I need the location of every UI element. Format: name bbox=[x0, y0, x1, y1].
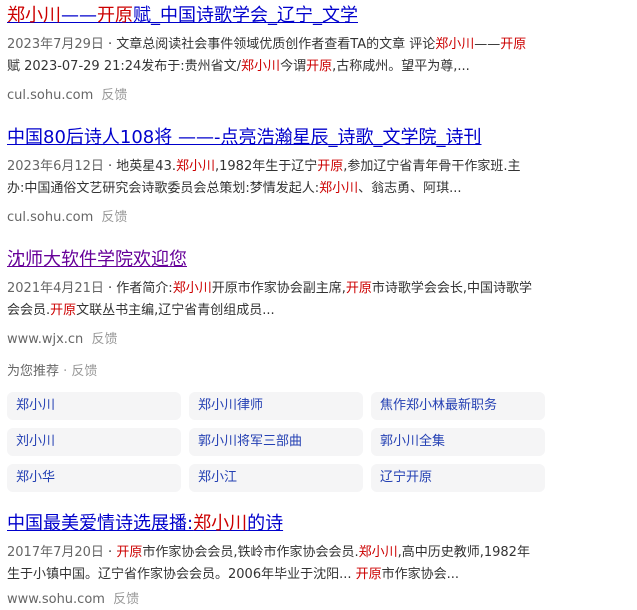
text-segment: · bbox=[103, 545, 117, 560]
recommend-item[interactable]: 郭小川将军三部曲 bbox=[189, 428, 363, 456]
highlight-term: 郑小川 bbox=[175, 159, 215, 174]
recommend-item[interactable]: 郑小江 bbox=[189, 464, 363, 492]
highlight-term: 开原 bbox=[500, 37, 527, 52]
result-source: cul.sohu.com 反馈 bbox=[7, 86, 637, 106]
source-url[interactable]: cul.sohu.com bbox=[7, 88, 93, 103]
highlight-term: 开原 bbox=[97, 5, 133, 26]
source-url[interactable]: www.sohu.com bbox=[7, 592, 105, 607]
search-result-2: 中国80后诗人108将 ——-点亮浩瀚星辰_诗歌_文学院_诗刊 2023年6月1… bbox=[7, 126, 637, 228]
result-source: www.wjx.cn 反馈 bbox=[7, 330, 637, 350]
text-segment: ,古称咸州。望平为尊,... bbox=[332, 59, 470, 74]
result-abstract: 2023年7月29日 · 文章总阅读社会事件领域优质创作者查看TA的文章 评论郑… bbox=[7, 34, 537, 78]
text-segment: 中国最美爱情诗选展播: bbox=[7, 513, 194, 534]
search-results: 郑小川——开原赋_中国诗歌学会_辽宁_文学 2023年7月29日 · 文章总阅读… bbox=[0, 4, 637, 610]
feedback-link[interactable]: 反馈 bbox=[101, 210, 127, 225]
recommend-item[interactable]: 焦作郑小林最新职务 bbox=[371, 392, 545, 420]
highlight-term: 开原 bbox=[306, 59, 333, 74]
text-segment: 市作家协会... bbox=[381, 567, 460, 582]
text-segment: 中国80后诗人108将 ——-点亮浩瀚星辰_诗歌_文学院_诗刊 bbox=[7, 127, 482, 148]
search-result-4: 中国最美爱情诗选展播:郑小川的诗 2017年7月20日 · 开原市作家协会会员,… bbox=[7, 512, 637, 610]
feedback-link[interactable]: 反馈 bbox=[91, 332, 117, 347]
search-result-1: 郑小川——开原赋_中国诗歌学会_辽宁_文学 2023年7月29日 · 文章总阅读… bbox=[7, 4, 637, 106]
result-date: 2023年6月12日 bbox=[7, 159, 104, 174]
highlight-term: 郑小川 bbox=[7, 5, 61, 26]
highlight-term: 郑小川 bbox=[319, 181, 359, 196]
text-segment: 文联丛书主编,辽宁省青创组成员... bbox=[76, 303, 275, 318]
result-source: cul.sohu.com 反馈 bbox=[7, 208, 637, 228]
source-url[interactable]: cul.sohu.com bbox=[7, 210, 93, 225]
text-segment: 开原市作家协会副主席, bbox=[211, 281, 346, 296]
result-date: 2023年7月29日 bbox=[7, 37, 104, 52]
highlight-term: 开原 bbox=[345, 281, 372, 296]
text-segment: 今谓 bbox=[280, 59, 307, 74]
text-segment: ,1982年生于辽宁 bbox=[215, 159, 318, 174]
recommend-item[interactable]: 辽宁开原 bbox=[371, 464, 545, 492]
text-segment: · 作者简介: bbox=[103, 281, 173, 296]
highlight-term: 郑小川 bbox=[358, 545, 398, 560]
text-segment: 、翁志勇、阿琪... bbox=[358, 181, 462, 196]
feedback-link[interactable]: 反馈 bbox=[101, 88, 127, 103]
text-segment: 市作家协会会员,铁岭市作家协会会员. bbox=[142, 545, 359, 560]
text-segment: —— bbox=[61, 5, 97, 26]
result-abstract: 2023年6月12日 · 地英星43.郑小川,1982年生于辽宁开原,参加辽宁省… bbox=[7, 156, 537, 200]
highlight-term: 郑小川 bbox=[172, 281, 212, 296]
recommend-feedback-link[interactable]: 反馈 bbox=[71, 364, 97, 379]
highlight-term: 开原 bbox=[50, 303, 77, 318]
result-date: 2021年4月21日 bbox=[7, 281, 104, 296]
recommend-label: 为您推荐 bbox=[7, 364, 60, 379]
result-source: www.sohu.com 反馈 bbox=[7, 590, 637, 610]
result-abstract: 2017年7月20日 · 开原市作家协会会员,铁岭市作家协会会员.郑小川,高中历… bbox=[7, 542, 537, 586]
highlight-term: 郑小川 bbox=[193, 513, 248, 534]
result-date: 2017年7月20日 bbox=[7, 545, 104, 560]
result-abstract: 2021年4月21日 · 作者简介:郑小川开原市作家协会副主席,开原市诗歌学会会… bbox=[7, 278, 537, 322]
result-title-link[interactable]: 沈师大软件学院欢迎您 bbox=[7, 248, 637, 272]
highlight-term: 开原 bbox=[317, 159, 344, 174]
recommend-header: 为您推荐 · 反馈 bbox=[7, 362, 637, 382]
text-segment: 赋_中国诗歌学会_辽宁_文学 bbox=[133, 5, 358, 26]
text-segment: 赋 2023-07-29 21:24发布于:贵州省文/ bbox=[7, 59, 242, 74]
text-segment: —— bbox=[474, 37, 501, 52]
recommend-item[interactable]: 郑小川 bbox=[7, 392, 181, 420]
feedback-link[interactable]: 反馈 bbox=[113, 592, 139, 607]
text-segment: · 地英星43. bbox=[103, 159, 176, 174]
highlight-term: 郑小川 bbox=[435, 37, 475, 52]
recommend-item[interactable]: 郑小华 bbox=[7, 464, 181, 492]
highlight-term: 开原 bbox=[355, 567, 382, 582]
search-result-3: 沈师大软件学院欢迎您 2021年4月21日 · 作者简介:郑小川开原市作家协会副… bbox=[7, 248, 637, 350]
highlight-term: 郑小川 bbox=[241, 59, 281, 74]
recommend-grid: 郑小川 郑小川律师 焦作郑小林最新职务 刘小川 郭小川将军三部曲 郭小川全集 郑… bbox=[7, 392, 545, 492]
text-segment: 的诗 bbox=[247, 513, 284, 534]
text-segment: · 文章总阅读社会事件领域优质创作者查看TA的文章 评论 bbox=[103, 37, 436, 52]
recommend-item[interactable]: 郑小川律师 bbox=[189, 392, 363, 420]
recommend-item[interactable]: 刘小川 bbox=[7, 428, 181, 456]
highlight-term: 开原 bbox=[116, 545, 143, 560]
result-title-link[interactable]: 郑小川——开原赋_中国诗歌学会_辽宁_文学 bbox=[7, 4, 637, 28]
text-segment: 沈师大软件学院欢迎您 bbox=[7, 249, 187, 270]
result-title-link[interactable]: 中国最美爱情诗选展播:郑小川的诗 bbox=[7, 512, 637, 536]
source-url[interactable]: www.wjx.cn bbox=[7, 332, 83, 347]
recommend-item[interactable]: 郭小川全集 bbox=[371, 428, 545, 456]
result-title-link[interactable]: 中国80后诗人108将 ——-点亮浩瀚星辰_诗歌_文学院_诗刊 bbox=[7, 126, 637, 150]
